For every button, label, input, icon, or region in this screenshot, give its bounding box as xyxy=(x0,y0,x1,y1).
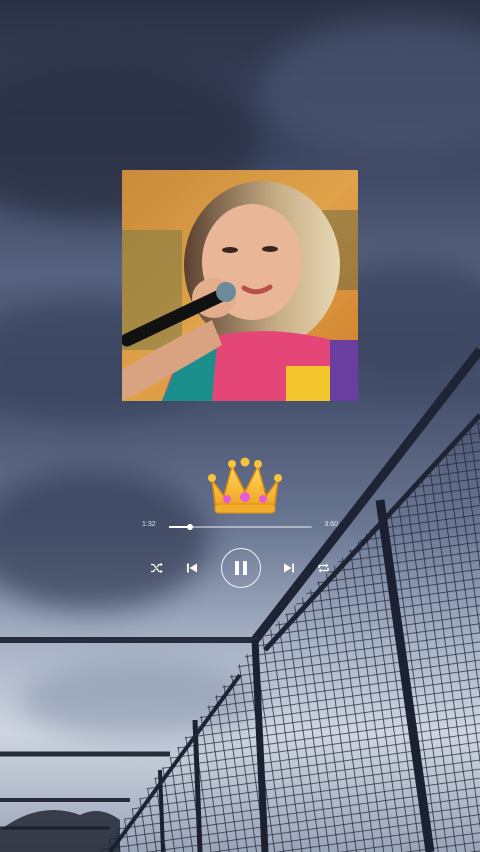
current-time: 1:32 xyxy=(142,521,156,528)
total-time: 3:60 xyxy=(324,521,338,528)
next-track-icon xyxy=(283,563,294,573)
playback-progress: 1:32 3:60 xyxy=(142,521,338,535)
bridge-scene xyxy=(0,347,480,852)
next-button[interactable] xyxy=(283,562,295,574)
album-artwork xyxy=(122,170,358,401)
shuffle-icon xyxy=(151,562,163,574)
pause-button[interactable] xyxy=(220,548,261,588)
progress-thumb[interactable] xyxy=(187,524,194,530)
playback-controls xyxy=(150,546,330,590)
previous-button[interactable] xyxy=(186,562,198,574)
repeat-button[interactable] xyxy=(317,562,330,574)
crown-emoji xyxy=(206,452,284,518)
shuffle-button[interactable] xyxy=(150,562,164,574)
pause-icon xyxy=(234,561,247,575)
repeat-icon xyxy=(318,563,329,573)
previous-track-icon xyxy=(187,563,198,573)
progress-track[interactable] xyxy=(169,524,312,530)
